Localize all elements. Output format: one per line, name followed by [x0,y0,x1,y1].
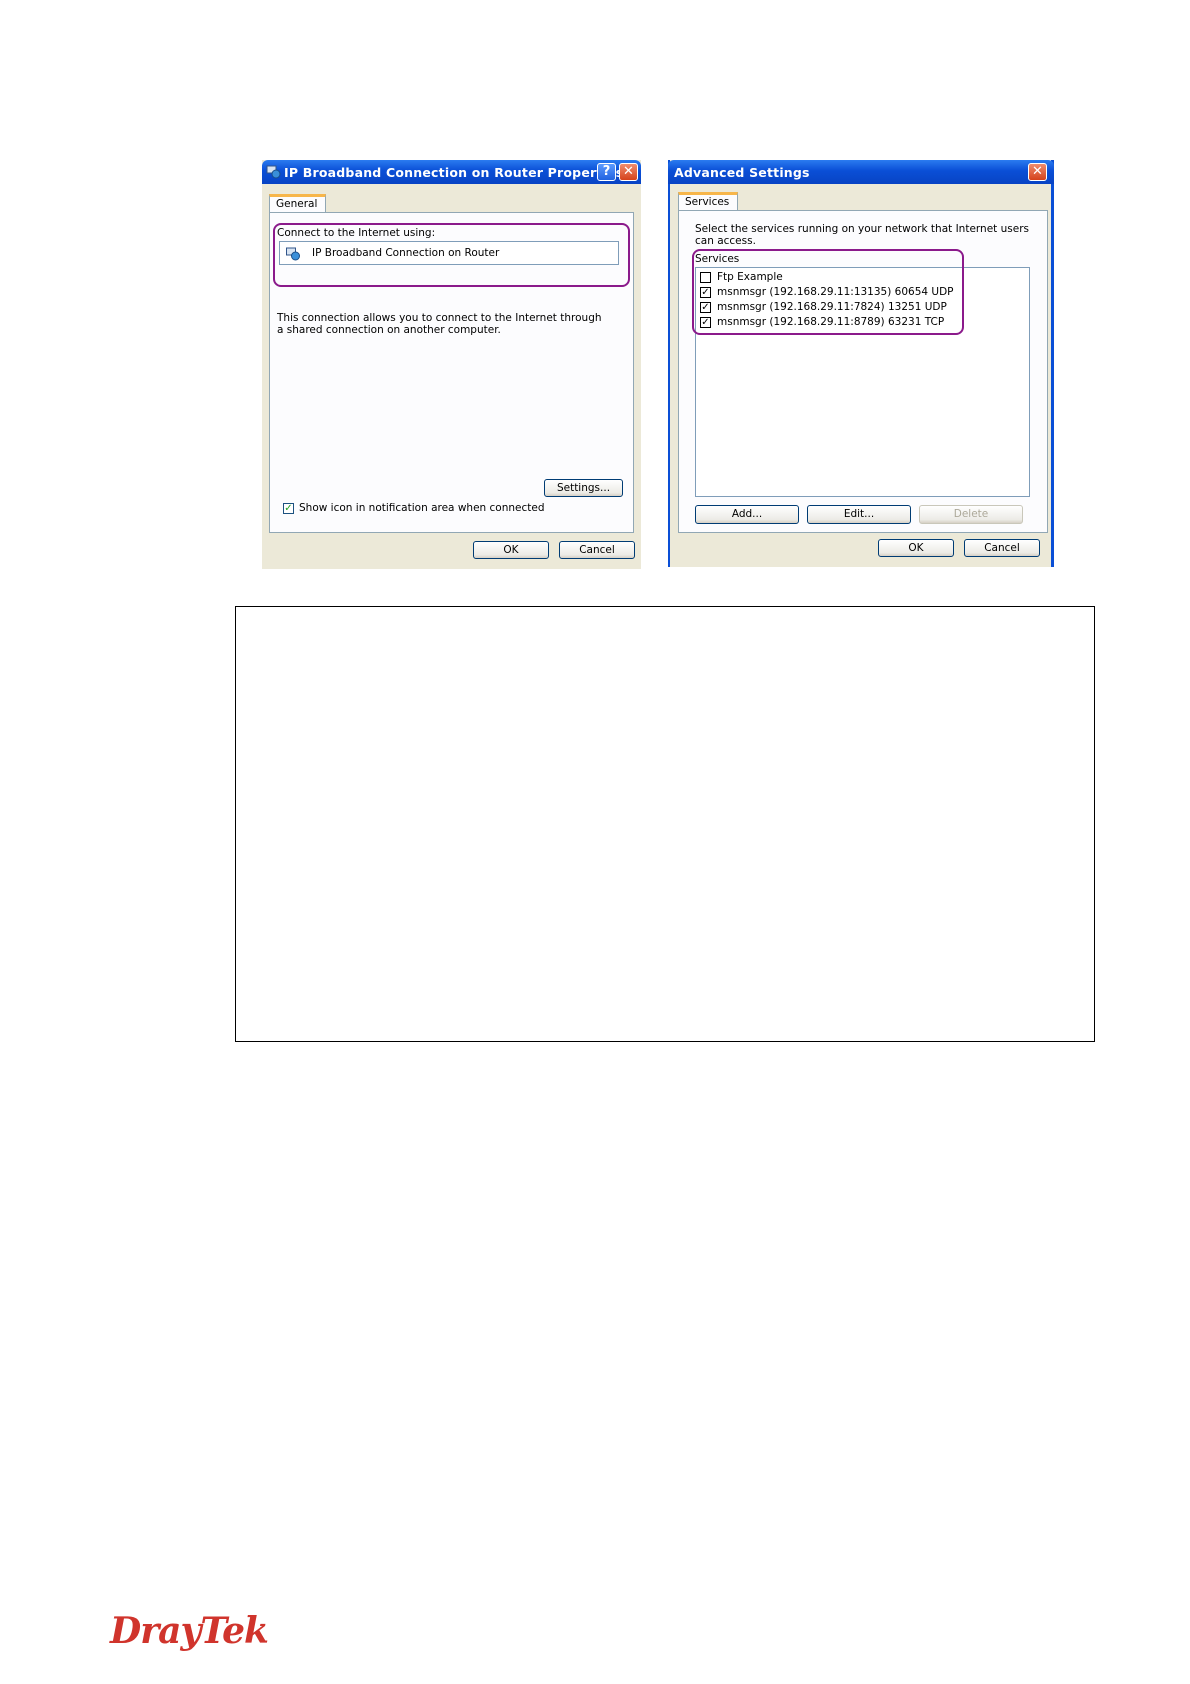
network-connection-icon [266,165,281,179]
services-panel: Select the services running on your netw… [678,210,1048,533]
show-icon-label: Show icon in notification area when conn… [299,502,545,514]
connection-highlight [273,223,630,287]
connection-description: This connection allows you to connect to… [277,312,602,336]
edit-button[interactable]: Edit... [807,505,911,524]
cancel-button[interactable]: Cancel [964,539,1040,557]
services-highlight [692,249,964,335]
tab-general[interactable]: General [269,194,326,213]
ok-button[interactable]: OK [878,539,954,557]
close-button[interactable]: ✕ [1028,163,1047,181]
delete-button[interactable]: Delete [919,505,1023,524]
advanced-title: Advanced Settings [674,165,810,180]
general-panel: Connect to the Internet using: IP Broadb… [269,212,634,533]
services-instructions: Select the services running on your netw… [695,223,1029,247]
properties-dialog: IP Broadband Connection on Router Proper… [262,160,641,569]
draytek-logo: DrayTek [110,1610,269,1652]
close-button[interactable]: ✕ [619,163,638,181]
add-button[interactable]: Add... [695,505,799,524]
properties-title: IP Broadband Connection on Router Proper… [284,165,624,180]
content-frame [235,606,1095,1042]
advanced-settings-dialog: Advanced Settings ✕ Services Select the … [668,160,1054,567]
settings-button[interactable]: Settings... [544,479,623,497]
ok-button[interactable]: OK [473,541,549,559]
help-button[interactable]: ? [597,163,616,181]
show-icon-checkbox[interactable]: ✓ [283,503,294,514]
tab-services[interactable]: Services [678,192,738,211]
properties-titlebar[interactable]: IP Broadband Connection on Router Proper… [262,160,641,184]
advanced-titlebar[interactable]: Advanced Settings ✕ [668,160,1054,184]
cancel-button[interactable]: Cancel [559,541,635,559]
